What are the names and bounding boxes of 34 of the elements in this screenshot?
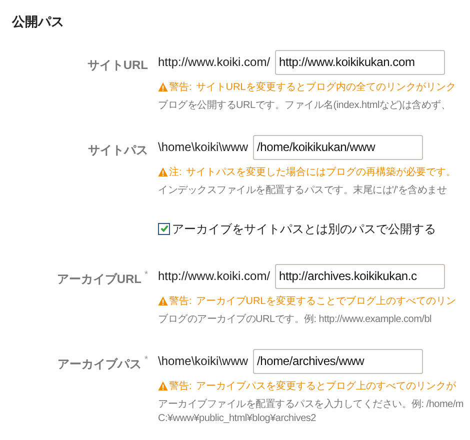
field-label: サイトURL: [87, 56, 148, 74]
warning-label: 注:: [169, 166, 182, 180]
warning-icon: [158, 82, 168, 92]
required-mark: *: [144, 352, 148, 366]
help-text: C:¥www¥public_html¥blog¥archives2: [158, 412, 317, 426]
text-field[interactable]: /home/koikikukan/www: [253, 134, 424, 160]
field-label: サイトパス: [88, 142, 148, 158]
section-title: 公開パス: [12, 13, 65, 31]
path-prefix: http://www.koiki.com/: [158, 54, 270, 71]
warning-icon: [158, 167, 168, 177]
checkbox[interactable]: [158, 222, 170, 234]
warning-label: 警告:: [169, 294, 192, 308]
warning-label: 警告:: [169, 380, 192, 394]
help-text: インデックスファイルを配置するパスです。末尾には'/'を含めませ: [158, 184, 448, 198]
warning-label: 警告:: [169, 80, 192, 94]
warning-text: サイトパスを変更した場合にはブログの再構築が必要です。: [186, 166, 456, 180]
warning-icon: [158, 296, 168, 306]
text-field[interactable]: http://www.koikikukan.com: [275, 50, 446, 74]
warning-text: サイトURLを変更するとブログ内の全てのリンクがリンク: [196, 80, 456, 94]
help-text: ブログを公開するURLです。ファイル名(index.htmlなど)は含めず、: [158, 98, 452, 112]
path-prefix: \home\koiki\www: [158, 139, 248, 156]
help-text: ブログのアーカイブのURLです。例: http://www.example.com/bl: [158, 312, 432, 326]
field-label: アーカイブURL: [56, 270, 142, 288]
field-label: アーカイブパス: [57, 356, 142, 372]
checkbox-label: アーカイブをサイトパスとは別のパスで公開する: [172, 220, 436, 238]
help-text: アーカイブファイルを配置するパスを入力してください。例: /home/m: [158, 398, 464, 412]
warning-icon: [158, 381, 168, 391]
path-prefix: http://www.koiki.com/: [158, 268, 270, 285]
warning-text: アーカイブURLを変更することでブログ上のすべてのリン: [196, 294, 456, 308]
required-mark: *: [144, 268, 148, 280]
warning-text: アーカイブパスを変更するとブログ上のすべてのリンクが: [196, 380, 456, 394]
text-field[interactable]: http://archives.koikikukan.c: [275, 264, 446, 288]
text-field[interactable]: /home/archives/www: [253, 348, 424, 374]
path-prefix: \home\koiki\www: [158, 353, 248, 370]
